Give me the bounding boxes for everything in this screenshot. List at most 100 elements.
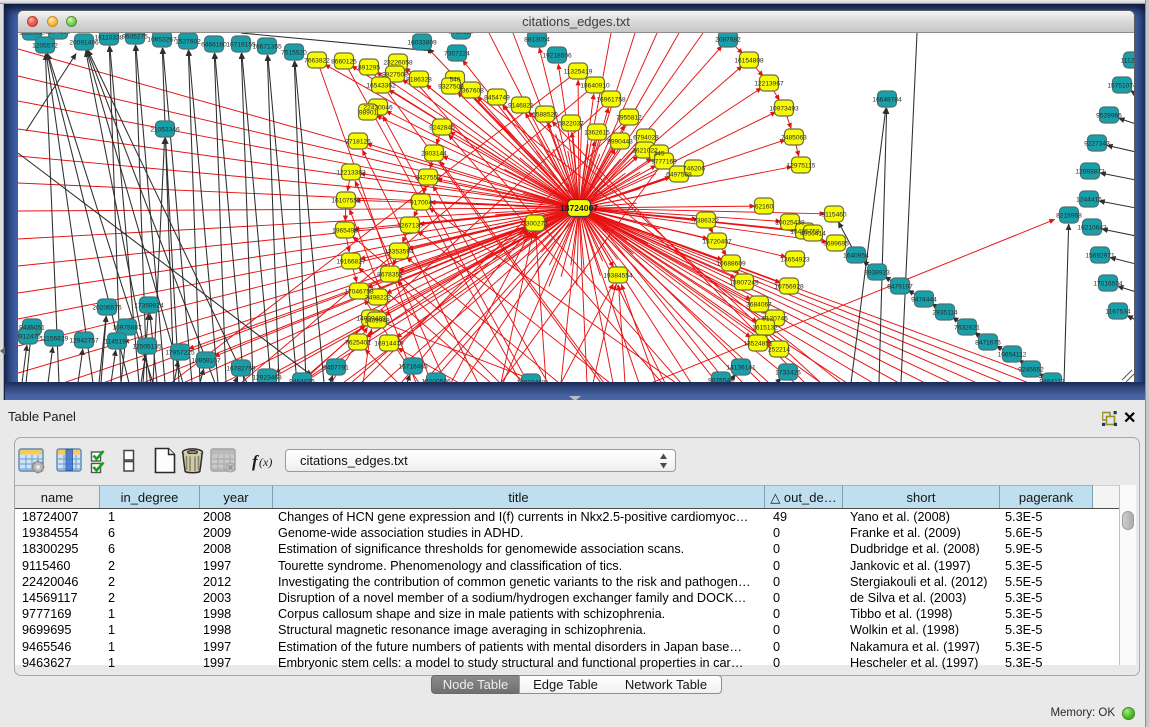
svg-text:2718126: 2718126 [345,138,371,145]
svg-text:7955812: 7955812 [616,114,642,121]
svg-text:19218506: 19218506 [542,52,572,59]
svg-text:2300273: 2300273 [522,220,548,227]
svg-text:21053346: 21053346 [150,126,180,133]
svg-text:12923468: 12923468 [516,379,546,382]
svg-text:16914479: 16914479 [374,340,404,347]
svg-text:10653267: 10653267 [147,36,177,43]
svg-text:9435051: 9435051 [19,324,45,331]
svg-text:15716485: 15716485 [398,363,428,370]
svg-text:345: 345 [653,150,664,157]
svg-text:2803144: 2803144 [421,150,447,157]
svg-text:11325419: 11325419 [564,68,593,75]
svg-text:16543362: 16543362 [366,82,396,89]
svg-text:2367608: 2367608 [458,87,484,94]
svg-text:9464035: 9464035 [289,378,315,382]
svg-text:98901: 98901 [359,109,378,116]
svg-text:8912120: 8912120 [448,33,474,35]
svg-text:9115460: 9115460 [821,211,847,218]
svg-text:12975115: 12975115 [787,162,816,169]
svg-text:1205572: 1205572 [32,42,58,49]
svg-text:13353594: 13353594 [384,248,414,255]
svg-text:1733426: 1733426 [775,369,801,376]
svg-text:3267130: 3267130 [397,222,423,229]
svg-text:7357224: 7357224 [444,50,470,57]
svg-text:1588520: 1588520 [532,111,558,118]
svg-text:9529966: 9529966 [1096,112,1122,119]
svg-text:917004: 917004 [410,199,432,206]
svg-text:7386322: 7386322 [693,217,719,224]
svg-text:7663822: 7663822 [304,57,330,64]
svg-text:62160: 62160 [755,203,774,210]
svg-text:9474444: 9474444 [911,296,937,303]
svg-text:16648784: 16648784 [872,96,902,103]
svg-text:19166827: 19166827 [336,258,366,265]
svg-text:746206: 746206 [683,165,705,172]
svg-text:9699695: 9699695 [823,240,849,247]
svg-text:8471676: 8471676 [975,339,1001,346]
svg-text:7485063: 7485063 [781,134,807,141]
svg-text:12213382: 12213382 [336,169,366,176]
svg-text:1965498: 1965498 [332,227,358,234]
svg-text:10025438: 10025438 [775,219,805,226]
svg-text:1640954: 1640954 [843,252,869,259]
svg-text:18724007: 18724007 [560,203,598,213]
svg-text:8813054: 8813054 [524,36,550,43]
svg-text:2935114: 2935114 [932,309,958,316]
svg-text:16782759: 16782759 [226,365,256,372]
svg-text:9464112: 9464112 [1039,378,1065,382]
svg-text:17359924: 17359924 [134,302,164,309]
svg-text:(x): (x) [259,455,272,469]
svg-text:8427552: 8427552 [415,174,441,181]
svg-text:9146821: 9146821 [508,102,534,109]
svg-text:1527602: 1527602 [175,38,201,45]
svg-text:16107552: 16107552 [331,197,361,204]
svg-text:1145194: 1145194 [104,338,130,345]
svg-text:11156829: 11156829 [40,335,69,342]
svg-text:17016504: 17016504 [1093,280,1123,287]
svg-text:14136141: 14136141 [726,364,756,371]
svg-text:2104155: 2104155 [45,33,71,35]
svg-text:12093873: 12093873 [1075,168,1105,175]
svg-text:3684067: 3684067 [746,301,772,308]
svg-text:7632621: 7632621 [954,324,980,331]
svg-text:8186328: 8186328 [406,76,432,83]
svg-text:16110338: 16110338 [95,34,124,41]
svg-text:1615132: 1615132 [752,324,778,331]
svg-text:19384554: 19384554 [603,272,633,279]
svg-text:9777169: 9777169 [651,158,677,165]
svg-text:10958107: 10958107 [191,357,221,364]
svg-text:16033809: 16033809 [407,39,437,46]
svg-text:5822037: 5822037 [558,120,584,127]
svg-text:1112733: 1112733 [1121,57,1134,64]
svg-text:8938923: 8938923 [864,269,890,276]
svg-text:10200586: 10200586 [421,378,451,382]
svg-text:1513503: 1513503 [19,33,45,36]
svg-text:15720407: 15720407 [702,238,732,245]
svg-text:16210643: 16210643 [1077,224,1107,231]
svg-text:8990443: 8990443 [607,138,633,145]
svg-text:18640910: 18640910 [580,82,610,89]
svg-text:12505135: 12505135 [132,343,162,350]
svg-text:2087682: 2087682 [715,36,741,43]
svg-text:8678352: 8678352 [377,271,403,278]
svg-text:1244415: 1244415 [1076,196,1102,203]
svg-text:16671355: 16671355 [252,43,282,50]
svg-text:3498222: 3498222 [365,294,391,301]
svg-text:9876543: 9876543 [708,377,734,382]
svg-text:1409948: 1409948 [364,317,390,324]
svg-text:18907249: 18907249 [729,279,759,286]
svg-text:9457791: 9457791 [323,364,349,371]
svg-text:9242845: 9242845 [429,124,455,131]
svg-text:10975887: 10975887 [112,324,142,331]
svg-text:16961758: 16961758 [596,96,626,103]
svg-text:3912476: 3912476 [18,333,41,340]
svg-text:9227343: 9227343 [1084,140,1110,147]
svg-text:12942757: 12942757 [69,337,99,344]
svg-text:9245652: 9245652 [1018,366,1044,373]
svg-text:9827508: 9827508 [382,71,408,78]
svg-text:16154808: 16154808 [734,57,764,64]
svg-text:15692971: 15692971 [1085,252,1115,259]
svg-text:7515520: 7515520 [281,49,307,56]
svg-text:10973493: 10973493 [769,105,799,112]
svg-text:10756928: 10756928 [774,283,804,290]
